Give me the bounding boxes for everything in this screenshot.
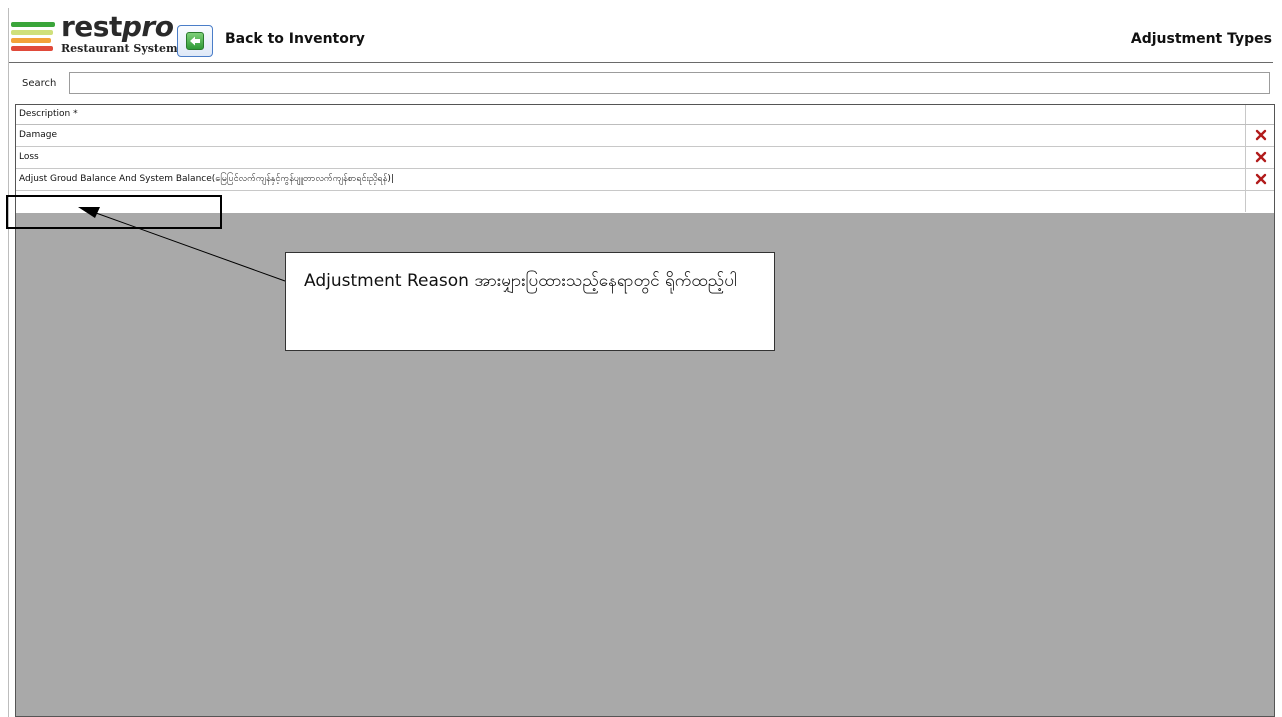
table-row[interactable]: Loss [16, 147, 1274, 169]
table-row[interactable]: Adjust Groud Balance And System Balance(… [16, 169, 1274, 191]
logo-subtitle: Restaurant System [61, 42, 178, 55]
description-cell[interactable]: Loss [19, 147, 39, 168]
actions-cell [1245, 125, 1274, 146]
logo-wordmark: restpro [61, 10, 174, 43]
header-divider [9, 62, 1273, 63]
actions-cell [1245, 169, 1274, 190]
restpro-logo: restpro Restaurant System [11, 10, 178, 60]
grid-header-row: Description * [16, 105, 1274, 125]
window-frame-left [8, 8, 9, 717]
actions-cell [1245, 147, 1274, 168]
column-header-actions [1245, 105, 1274, 124]
logo-icon [11, 22, 57, 54]
back-arrow-icon [186, 32, 204, 50]
column-header-description: Description * [19, 109, 78, 119]
back-to-inventory-button[interactable] [177, 25, 213, 57]
annotation-highlight-box [6, 195, 222, 229]
page-title: Adjustment Types [1130, 31, 1272, 47]
delete-x-icon[interactable] [1255, 173, 1267, 185]
description-cell[interactable]: Damage [19, 125, 57, 146]
search-input[interactable] [69, 72, 1270, 94]
delete-x-icon[interactable] [1255, 129, 1267, 141]
actions-cell [1245, 191, 1274, 212]
back-to-inventory-link[interactable]: Back to Inventory [225, 31, 365, 47]
description-cell[interactable]: Adjust Groud Balance And System Balance(… [19, 169, 394, 190]
search-label: Search [22, 78, 57, 89]
annotation-callout: Adjustment Reason အားမျှားပြထားသည့်နေရာတ… [285, 252, 775, 351]
delete-x-icon[interactable] [1255, 151, 1267, 163]
app-header: restpro Restaurant System Back to Invent… [9, 8, 1282, 63]
table-row[interactable]: Damage [16, 125, 1274, 147]
